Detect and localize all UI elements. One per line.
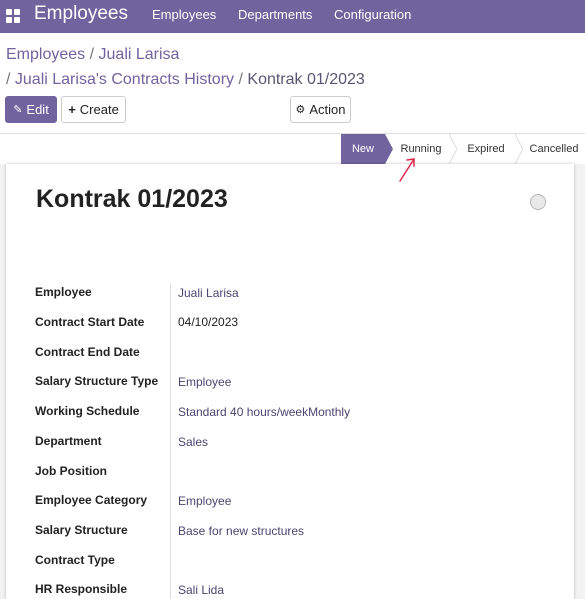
value-salary-structure[interactable]: Base for new structures	[178, 524, 304, 538]
stage-cancelled[interactable]: Cancelled	[523, 134, 585, 164]
stage-separator-icon	[449, 134, 457, 164]
breadcrumb-contracts-history[interactable]: Juali Larisa's Contracts History	[15, 71, 234, 88]
breadcrumb: Employees / Juali Larisa	[6, 46, 179, 64]
label-employee-category: Employee Category	[35, 493, 148, 507]
action-button-label: Action	[309, 102, 346, 117]
stage-separator-icon	[515, 134, 523, 164]
breadcrumb-separator: /	[238, 71, 243, 88]
stage-expired[interactable]: Expired	[457, 134, 515, 164]
app-title[interactable]: Employees	[34, 3, 128, 25]
create-button[interactable]: + Create	[61, 96, 126, 123]
label-contract-type: Contract Type	[35, 553, 115, 567]
breadcrumb-current: Kontrak 01/2023	[247, 71, 365, 88]
label-department: Department	[35, 434, 102, 448]
annotation-arrow-icon	[399, 158, 415, 182]
breadcrumb-employees[interactable]: Employees	[6, 46, 85, 63]
value-salary-structure-type[interactable]: Employee	[178, 375, 231, 389]
label-salary-structure: Salary Structure	[35, 523, 128, 537]
edit-button-label: Edit	[26, 102, 49, 117]
record-title: Kontrak 01/2023	[36, 185, 228, 213]
breadcrumb-employee-name[interactable]: Juali Larisa	[99, 46, 180, 63]
status-indicator-icon[interactable]	[530, 194, 546, 210]
value-hr-responsible[interactable]: Sali Lida	[178, 583, 224, 597]
label-contract-start-date: Contract Start Date	[35, 315, 145, 329]
label-hr-responsible: HR Responsible	[35, 582, 128, 596]
value-employee-category[interactable]: Employee	[178, 494, 231, 508]
menu-configuration[interactable]: Configuration	[334, 7, 411, 22]
plus-icon: +	[68, 102, 76, 117]
label-salary-structure-type: Salary Structure Type	[35, 374, 159, 388]
breadcrumb-separator: /	[6, 71, 11, 88]
status-bar: New Running Expired Cancelled	[341, 134, 585, 164]
action-button[interactable]: ⚙ Action	[290, 96, 351, 123]
stage-new[interactable]: New	[341, 134, 385, 164]
apps-menu-icon[interactable]	[6, 9, 20, 23]
value-employee[interactable]: Juali Larisa	[178, 286, 239, 300]
value-contract-start-date: 04/10/2023	[178, 315, 239, 329]
edit-button[interactable]: ✎ Edit	[5, 96, 57, 123]
menu-departments[interactable]: Departments	[238, 7, 312, 22]
top-navbar: Employees Employees Departments Configur…	[0, 0, 585, 33]
breadcrumb-separator: /	[89, 46, 95, 63]
stage-arrow-icon	[385, 134, 393, 164]
pencil-icon: ✎	[13, 104, 23, 116]
create-button-label: Create	[79, 102, 119, 117]
gear-icon: ⚙	[295, 104, 306, 116]
field-divider	[170, 283, 171, 599]
label-job-position: Job Position	[35, 464, 107, 478]
breadcrumb-line-2: / Juali Larisa's Contracts History / Kon…	[6, 71, 365, 89]
value-working-schedule[interactable]: Standard 40 hours/weekMonthly	[178, 405, 350, 419]
label-employee: Employee	[35, 285, 92, 299]
value-department[interactable]: Sales	[178, 435, 208, 449]
label-working-schedule: Working Schedule	[35, 404, 140, 418]
label-contract-end-date: Contract End Date	[35, 345, 140, 359]
menu-employees[interactable]: Employees	[152, 7, 216, 22]
